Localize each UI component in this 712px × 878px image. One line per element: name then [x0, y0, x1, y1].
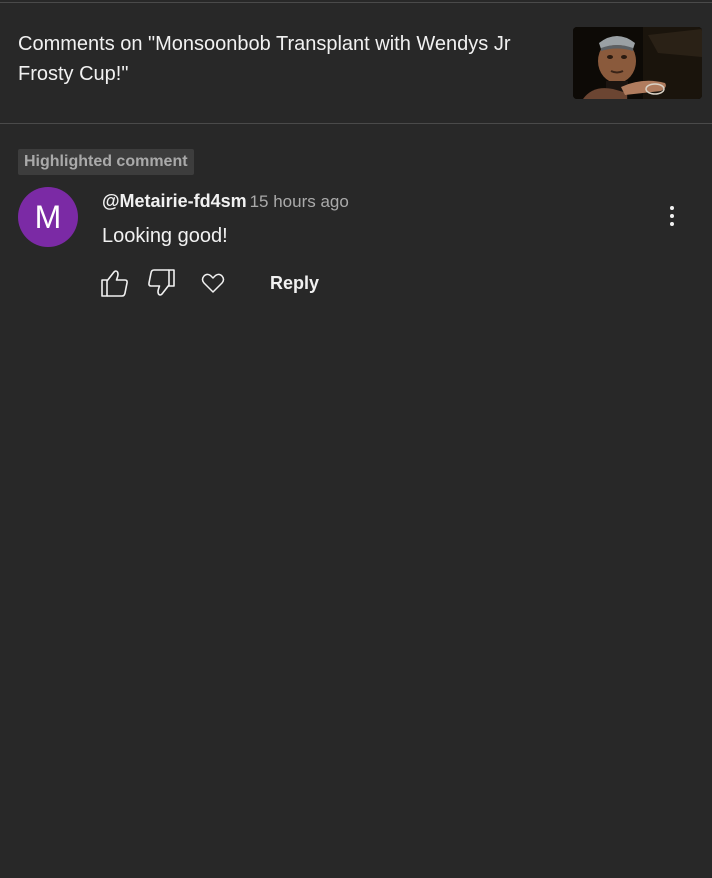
reply-button[interactable]: Reply	[270, 270, 319, 296]
header-divider	[0, 123, 712, 124]
video-thumbnail-image	[573, 27, 702, 99]
more-vertical-icon[interactable]	[656, 199, 688, 235]
heart-icon[interactable]	[196, 266, 230, 300]
comment-text: Looking good!	[102, 225, 228, 247]
thumbs-down-icon[interactable]	[145, 266, 179, 300]
comments-header: Comments on "Monsoonbob Transplant with …	[0, 3, 712, 123]
more-dot	[670, 222, 674, 226]
video-thumbnail[interactable]	[573, 27, 702, 99]
more-dot	[670, 206, 674, 210]
comment-author[interactable]: @Metairie-fd4sm	[102, 191, 247, 211]
comments-panel: Comments on "Monsoonbob Transplant with …	[0, 0, 712, 878]
comments-title: Comments on "Monsoonbob Transplant with …	[18, 33, 511, 85]
comment-timestamp[interactable]: 15 hours ago	[250, 192, 349, 211]
highlighted-comment-badge: Highlighted comment	[18, 149, 194, 175]
avatar[interactable]: M	[18, 187, 78, 247]
comment-header: @Metairie-fd4sm 15 hours ago	[102, 189, 349, 213]
thumbs-up-icon[interactable]	[97, 266, 131, 300]
more-dot	[670, 214, 674, 218]
